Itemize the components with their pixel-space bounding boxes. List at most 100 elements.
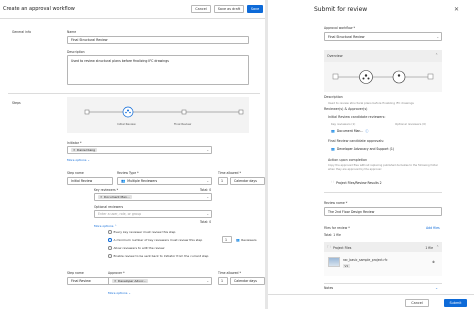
time-unit-select[interactable]: Calendar days [230,177,265,185]
time-allowed-value: 1 [221,179,224,183]
general-info-label: General info [12,30,31,34]
remove-icon[interactable]: ✕ [100,195,103,199]
remove-icon[interactable]: ✕ [73,148,76,152]
notes-header[interactable]: Notes ⌄ [324,284,442,292]
initiator-chip[interactable]: ✕ Daniel Kang [71,147,98,153]
reviewers-tag-label: Reviewers [241,238,257,242]
panel-cancel-button[interactable]: Cancel [405,299,429,307]
step2-time-unit-select[interactable]: Calendar days [230,277,265,285]
notes-label: Notes [324,286,334,290]
folder-name: Project Files [333,245,352,250]
review-type-label: Review Type * [117,171,139,175]
name-label: Name [67,30,77,34]
review-type-select[interactable]: 👥 Multiple Reviewers ⌄ [117,177,212,185]
step1-name-input[interactable]: Initial Review [67,177,113,185]
overview-description-value: Used to review structural plans before f… [328,101,414,105]
key-reviewer-entry: 👥 Document Man... ⓘ [331,128,368,134]
approver-input[interactable]: ✕ Developer Advoc... ⌄ [108,277,212,285]
folder-icon: 🗀 [331,180,335,184]
approver-entry: 👥 Developer Advocacy and Support (1) [331,147,394,151]
key-reviewer-chip-label: Document Man... [104,195,130,199]
workflow-editor-panel: Create an approval workflow Cancel Save … [0,0,265,309]
action-upon-completion-label: Action upon completion [328,158,368,162]
file-thumbnail [328,257,340,267]
flow-approver-node [181,109,187,115]
add-files-link[interactable]: Add files [426,226,440,230]
key-reviewer-chip[interactable]: ✕ Document Man... [98,194,132,200]
key-reviewers-input[interactable]: ✕ Document Man... ⌄ [94,193,212,201]
initiator-label: Initiator * [67,141,82,145]
optional-reviewers-input[interactable]: Enter a user, role, or group ⌄ [94,210,212,218]
more-options-link-1[interactable]: More options ⌄ [67,158,90,162]
step1-name-value: Initial Review [71,179,93,183]
more-options-label: More options [108,291,128,295]
save-as-draft-button[interactable]: Save as draft [214,5,244,13]
description-textarea[interactable]: Used to review structural plans before f… [67,55,249,85]
approver-chip[interactable]: ✕ Developer Advoc... [112,278,149,284]
key-reviewers-total: Total: 0 [200,188,212,192]
key-reviewers-count: Key reviewers (1) [331,122,356,126]
overview-diagram [324,62,442,92]
total-files: Total: 1 file [324,233,341,237]
action-description: Copy the approved files without replacin… [328,164,438,171]
chevron-down-icon[interactable]: ⌄ [206,279,209,283]
close-icon[interactable]: ✕ [454,6,459,13]
submit-button[interactable]: Submit [444,299,467,307]
flow-diagram-svg [84,106,244,118]
chevron-down-icon[interactable]: ⌄ [206,148,209,152]
optional-reviewers-count: Optional reviewers (0) [395,122,427,126]
remove-icon[interactable]: ✕ [114,279,117,283]
radio-button[interactable] [108,246,112,250]
initiator-input[interactable]: ✕ Daniel Kang ⌄ [67,146,212,154]
key-reviewer-name: Document Man... [336,128,364,133]
step2-time-unit-value: Calendar days [234,279,257,283]
workflow-label: Approval workflow * [324,26,356,30]
flow-reviewers-node [122,106,134,118]
info-icon[interactable]: ⓘ [365,128,368,133]
chevron-up-icon: ⌃ [114,224,117,228]
header-divider [0,18,265,19]
chevron-down-icon: ⌄ [87,158,90,162]
checkbox-send-back[interactable]: Enable review to be sent back to Initiat… [108,254,218,258]
time-allowed-input[interactable]: 1 [218,177,228,185]
min-reviewers-input[interactable]: 1 [222,236,232,243]
flow-step-initial-review: Initial Review [117,122,136,126]
more-options-link-3[interactable]: More options ⌄ [108,291,131,295]
chevron-up-icon: ⌃ [435,53,438,57]
overview-divider [324,192,442,193]
key-reviewers-label: Key reviewers * [94,188,119,192]
chevron-down-icon[interactable]: ⌄ [206,195,209,199]
panel-title: Submit for review [314,6,368,13]
more-options-link-2[interactable]: More options ⌃ [94,224,117,228]
step2-time-allowed-value: 1 [221,279,224,283]
radio-label: A minimum number of key reviewers must r… [113,238,203,242]
workflow-select-value: Final Structural Review [328,34,365,39]
radio-button[interactable] [108,254,112,258]
approver-label: Approver * [108,271,125,275]
radio-button[interactable] [108,230,112,234]
step1-name-label: Step name [67,171,84,175]
step2-time-allowed-input[interactable]: 1 [218,277,228,285]
remove-file-icon[interactable]: ⊗ [432,260,435,264]
files-folder-header[interactable]: 🗀 Project Files 1 file ⌃ [324,242,442,252]
overview-header[interactable]: Overview ⌃ [324,50,442,62]
chevron-down-icon[interactable]: ⌄ [206,212,209,216]
radio-button-selected[interactable] [108,238,112,242]
step2-name-input[interactable]: Final Review [67,277,113,285]
file-name: rac_basic_sample_project.rfc [343,258,388,262]
checkbox-allow-edit[interactable]: Allow reviewers to edit the review [108,246,164,250]
flow-end-node [238,109,244,115]
workflow-select[interactable]: Final Structural Review ⌄ [324,32,442,41]
flow-start-node [84,109,90,115]
optional-reviewers-placeholder: Enter a user, role, or group [98,212,142,216]
time-allowed-label: Time allowed * [218,171,241,175]
radio-every-key-reviewer[interactable]: Every key reviewer must review this step [108,230,175,234]
cancel-button[interactable]: Cancel [191,5,211,13]
section-divider [8,93,260,94]
radio-minimum-key-reviewers[interactable]: A minimum number of key reviewers must r… [108,238,202,242]
step2-name-label: Step name [67,271,84,275]
overview-description-label: Description [324,95,343,99]
save-button[interactable]: Save [247,5,263,13]
name-input[interactable]: Final Structural Review [67,36,249,44]
review-name-input[interactable]: The 2nd Floor Design Review [324,207,442,216]
